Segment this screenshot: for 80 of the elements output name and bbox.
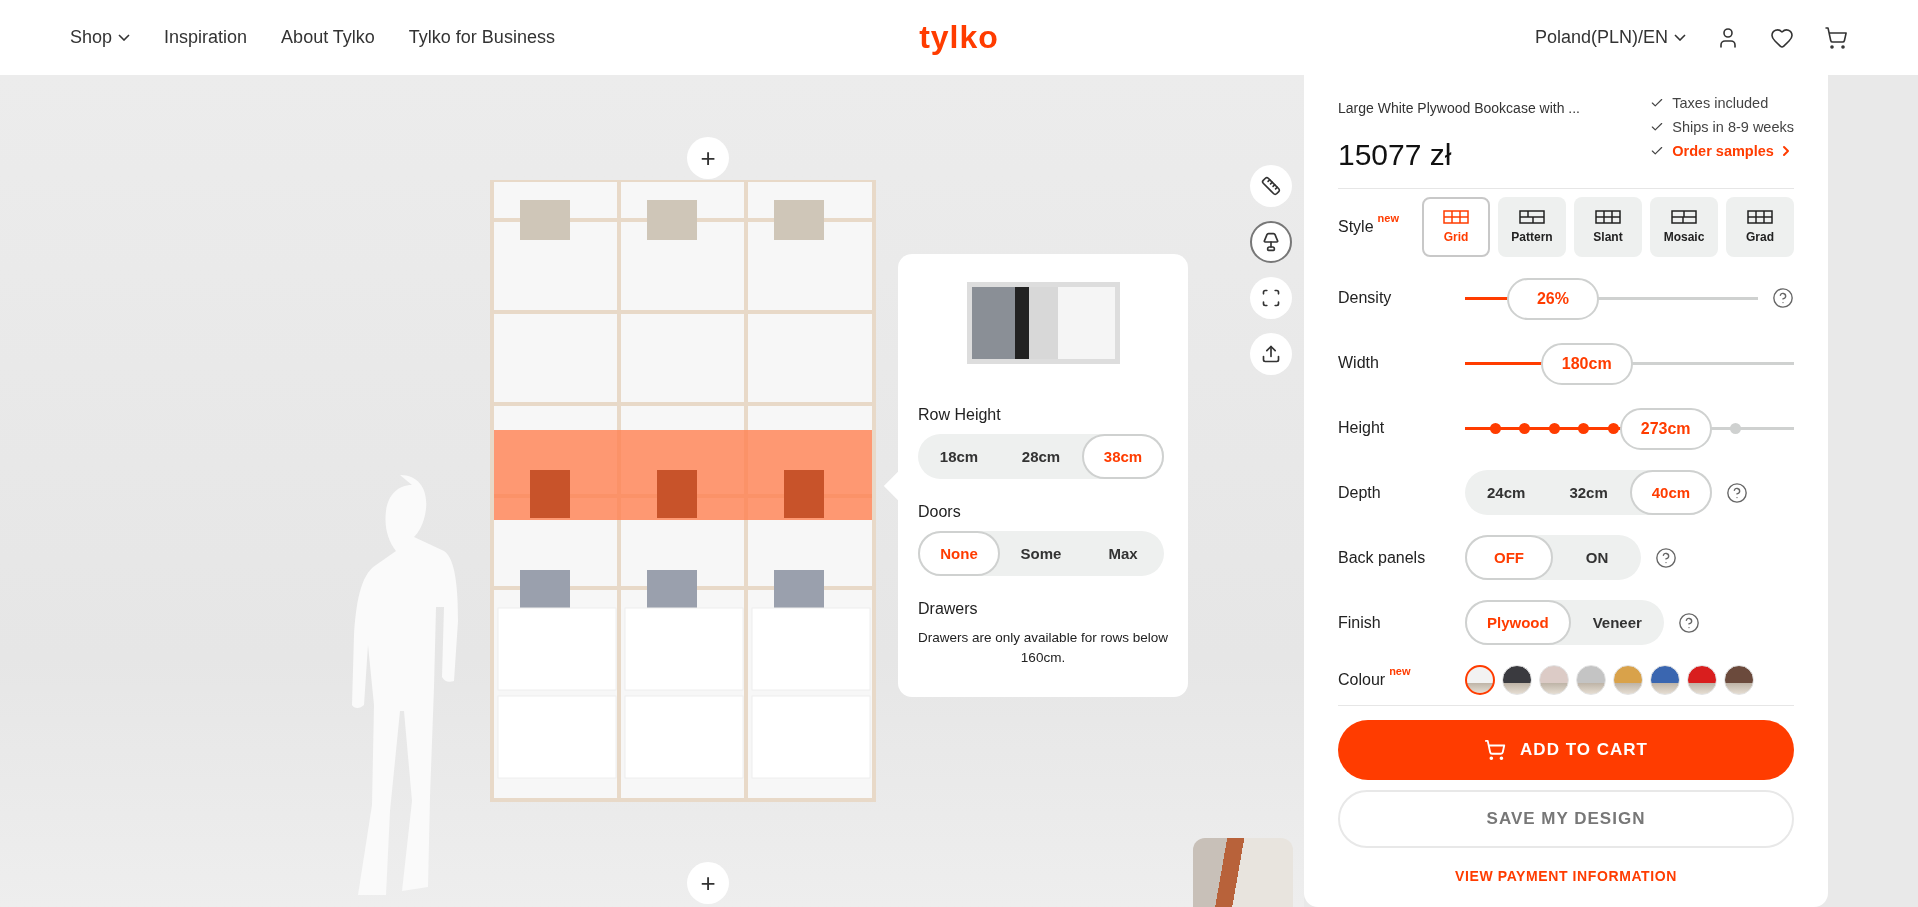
style-option[interactable]: Grid [1422,197,1490,257]
segment-option[interactable]: 18cm [918,434,1000,479]
grid-pattern-icon [1595,210,1621,224]
segment-option[interactable]: None [918,531,1000,576]
add-button[interactable]: + [687,137,729,179]
check-icon [1650,96,1665,110]
product-title: Large White Plywood Bookcase with ... [1338,100,1580,116]
perk-text: Ships in 8-9 weeks [1672,119,1794,135]
step-dot[interactable] [1608,422,1620,434]
payment-info-link[interactable]: VIEW PAYMENT INFORMATION [1455,868,1677,884]
step-dot[interactable] [1489,422,1501,434]
segment-option[interactable]: 38cm [1082,434,1164,479]
scan-icon [1261,288,1281,308]
order-samples-link[interactable]: Order samples [1672,143,1794,159]
view-tool-button[interactable] [1250,221,1292,263]
product-price: 15077 zł [1338,138,1453,172]
slider-thumb[interactable]: 180cm [1540,342,1633,385]
perk-text: Taxes included [1672,95,1769,111]
colour-swatch[interactable] [1465,665,1495,695]
help-icon[interactable] [1655,546,1677,569]
segment-option[interactable]: Plywood [1465,600,1571,645]
option-label: Density [1338,288,1393,307]
slider-thumb[interactable]: 26% [1506,277,1599,320]
check-icon [1650,144,1665,158]
segment-option[interactable]: OFF [1465,535,1553,580]
style-option[interactable]: Mosaic [1650,197,1718,257]
option-label: Width [1338,353,1380,372]
option-label: Style new [1338,218,1400,236]
option-label: Colour new [1338,671,1412,689]
step-dot[interactable] [1519,422,1531,434]
popover-label: Row Height [918,406,1002,424]
help-icon[interactable] [1772,286,1794,309]
segment-option[interactable]: 28cm [1000,434,1082,479]
grid-pattern-icon [1519,210,1545,224]
style-option[interactable]: Slant [1574,197,1642,257]
grid-pattern-icon [1747,210,1773,224]
segment-option[interactable]: ON [1553,535,1641,580]
nav-link[interactable]: Shop [70,27,131,48]
chevron-down-icon [118,34,131,41]
segment-option[interactable]: 32cm [1547,470,1630,515]
nav-link[interactable]: Tylko for Business [408,27,555,48]
step-dot[interactable] [1548,422,1560,434]
grid-pattern-icon [1443,210,1469,224]
option-label: Depth [1338,483,1382,502]
save-design-button[interactable]: SAVE MY DESIGN [1338,790,1794,848]
cart-icon[interactable] [1824,25,1848,50]
ruler-icon [1261,176,1281,196]
photo-placeholder[interactable] [1193,838,1293,907]
segment-option[interactable]: 24cm [1465,470,1548,515]
slider-thumb[interactable]: 273cm [1619,407,1712,450]
lamp-icon [1261,232,1281,252]
upload-icon [1261,344,1281,364]
view-tool-button[interactable] [1250,165,1292,207]
add-to-cart-button[interactable]: ADD TO CART [1338,720,1794,780]
help-icon[interactable] [1726,481,1749,504]
grid-pattern-icon [1671,210,1697,224]
segment-option[interactable]: Some [1000,531,1082,576]
nav-link[interactable]: About Tylko [281,27,375,48]
drawers-note: Drawers are only available for rows below 160cm. [918,629,1168,668]
step-dot[interactable] [1729,422,1741,434]
segment-option[interactable]: Veneer [1570,600,1664,645]
nav-link[interactable]: Inspiration [164,27,248,48]
check-icon [1650,120,1665,134]
logo[interactable]: tylko [919,19,999,56]
option-label: Height [1338,418,1386,437]
popover-label: Drawers [918,600,979,618]
cart-icon [1484,739,1507,761]
style-option[interactable]: Pattern [1498,197,1566,257]
region-selector[interactable]: Poland(PLN)/EN [1534,27,1686,48]
style-option[interactable]: Grad [1726,197,1794,257]
view-tool-button[interactable] [1250,333,1292,375]
option-label: Finish [1338,613,1382,632]
segment-option[interactable]: 40cm [1629,470,1713,515]
option-label: Back panels [1338,548,1427,567]
help-icon[interactable] [1677,611,1700,634]
add-button[interactable]: + [687,862,729,904]
popover-label: Doors [918,503,962,521]
step-dot[interactable] [1578,422,1590,434]
chevron-down-icon [1674,34,1686,41]
segment-option[interactable]: Max [1082,531,1164,576]
